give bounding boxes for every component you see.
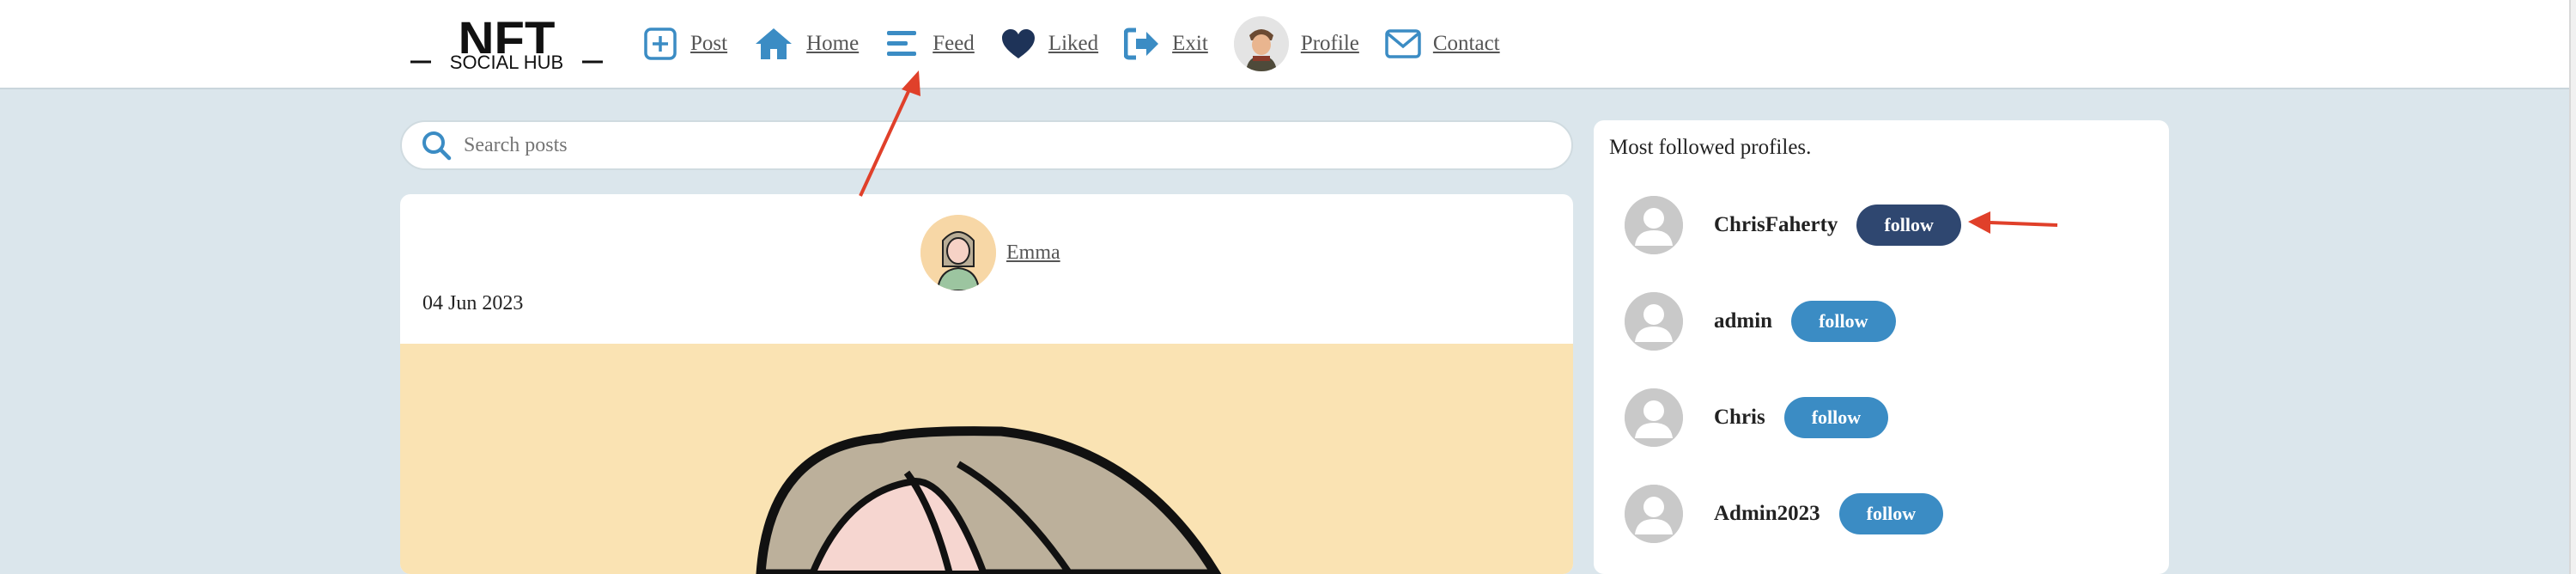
avatar (1233, 16, 1289, 71)
logo-subtext: SOCIAL HUB (450, 52, 563, 73)
profile-name[interactable]: ChrisFaherty (1714, 213, 1838, 237)
nav-exit[interactable]: Exit (1124, 26, 1208, 62)
profile-row: ChrisFaherty follow (1625, 196, 1961, 254)
top-navigation-bar: NFT SOCIAL HUB Post Home Feed Liked Exit… (0, 0, 2576, 89)
sidebar-title: Most followed profiles. (1609, 136, 1812, 159)
search-bar (400, 120, 1573, 170)
follow-button[interactable]: follow (1791, 301, 1896, 342)
avatar[interactable] (1625, 485, 1683, 543)
sign-out-icon (1124, 26, 1160, 62)
post-author-name[interactable]: Emma (1006, 241, 1060, 265)
nav-feed[interactable]: Feed (884, 26, 975, 62)
post-date: 04 Jun 2023 (422, 292, 524, 314)
nav-contact-label: Contact (1432, 32, 1500, 55)
avatar (920, 215, 996, 290)
scrollbar[interactable] (2569, 0, 2576, 574)
nav-home-label: Home (806, 32, 860, 55)
bars-icon (884, 26, 920, 62)
nav-profile-label: Profile (1300, 32, 1359, 55)
nav-contact[interactable]: Contact (1385, 26, 1500, 62)
profile-name[interactable]: admin (1714, 309, 1772, 333)
main-nav: Post Home Feed Liked Exit Profile Contac… (642, 16, 1526, 71)
post-image (400, 344, 1573, 574)
avatar[interactable] (1625, 292, 1683, 351)
search-icon[interactable] (421, 130, 452, 161)
post-illustration (756, 426, 1222, 574)
nav-feed-label: Feed (933, 32, 975, 55)
nav-home[interactable]: Home (753, 26, 859, 62)
home-icon (753, 26, 794, 62)
profile-name[interactable]: Chris (1714, 406, 1765, 430)
nft-social-hub-logo[interactable]: NFT SOCIAL HUB (409, 17, 605, 77)
follow-button[interactable]: follow (1783, 397, 1889, 438)
profile-row: Chris follow (1625, 388, 1889, 447)
search-input[interactable] (464, 133, 1494, 157)
heart-icon (1000, 26, 1036, 62)
envelope-icon (1385, 26, 1421, 62)
avatar[interactable] (1625, 196, 1683, 254)
profile-row: admin follow (1625, 292, 1896, 351)
nav-post[interactable]: Post (642, 26, 727, 62)
plus-square-icon (642, 26, 678, 62)
nav-profile[interactable]: Profile (1233, 16, 1359, 71)
nav-post-label: Post (690, 32, 728, 55)
follow-button[interactable]: follow (1856, 205, 1961, 246)
nav-liked-label: Liked (1048, 32, 1099, 55)
avatar[interactable] (1625, 388, 1683, 447)
nav-liked[interactable]: Liked (1000, 26, 1098, 62)
profile-name[interactable]: Admin2023 (1714, 502, 1820, 526)
post-card: Emma 04 Jun 2023 (400, 194, 1573, 574)
post-author[interactable]: Emma (920, 215, 1060, 290)
most-followed-sidebar: Most followed profiles. ChrisFaherty fol… (1594, 120, 2169, 574)
profile-row: Admin2023 follow (1625, 485, 1944, 543)
nav-exit-label: Exit (1172, 32, 1208, 55)
follow-button[interactable]: follow (1838, 493, 1944, 534)
